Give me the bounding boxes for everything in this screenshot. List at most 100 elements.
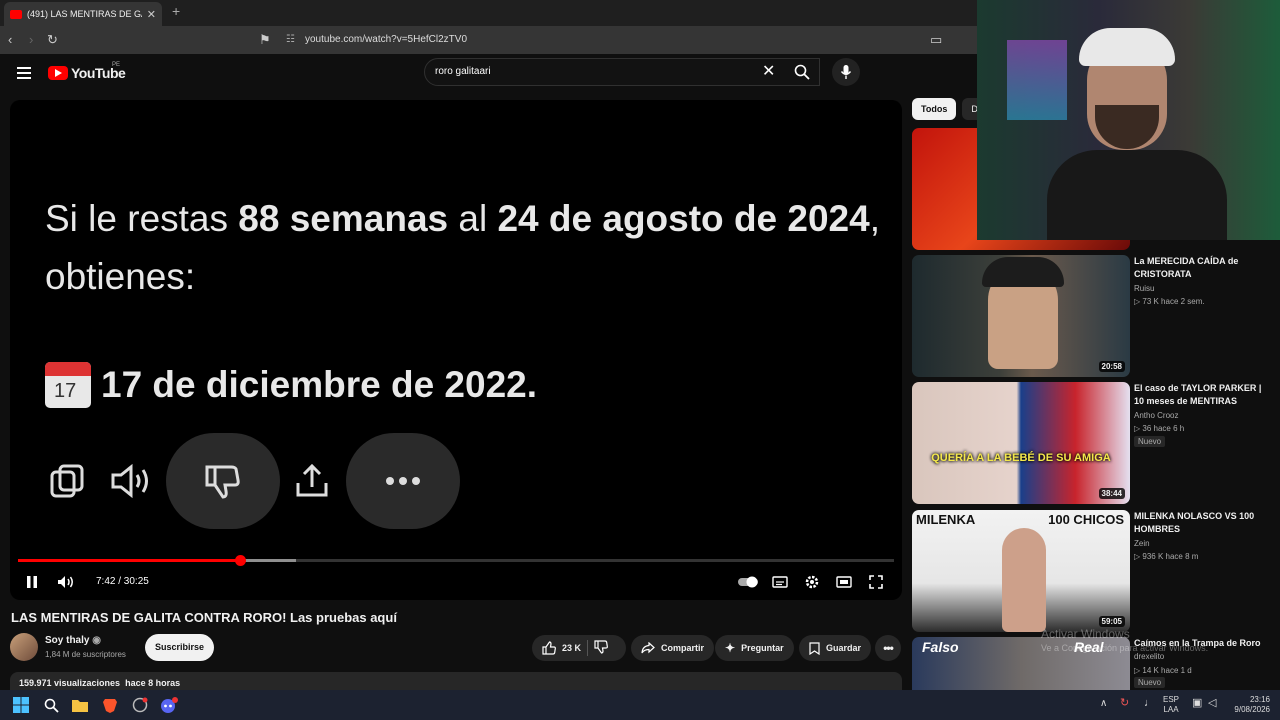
new-badge: Nuevo	[1134, 677, 1166, 688]
recommended-channel[interactable]: Antho Crooz	[1134, 409, 1178, 422]
clock[interactable]: 23:16 9/08/2026	[1226, 695, 1270, 715]
discord-icon[interactable]	[159, 695, 179, 715]
clear-search-icon[interactable]: ✕	[762, 61, 775, 81]
share-icon	[641, 642, 655, 654]
divider	[587, 640, 589, 656]
save-label: Guardar	[826, 643, 862, 653]
search-input[interactable]: roro galitaari	[424, 58, 820, 86]
thumbs-down-icon	[594, 640, 608, 654]
channel-name-text: Soy thaly	[45, 635, 90, 646]
url-field[interactable]: ☷ youtube.com/watch?v=5HefCl2zTV0	[280, 30, 960, 50]
frame-text-part: al	[448, 198, 498, 239]
hamburger-menu-icon[interactable]	[17, 67, 31, 79]
close-tab-icon[interactable]: ✕	[147, 8, 156, 21]
search-button[interactable]	[784, 58, 820, 86]
bookmark-icon[interactable]: ⚑	[259, 32, 271, 48]
webcam-person-cap	[1079, 28, 1175, 66]
like-dislike-group: 23 K	[532, 635, 626, 661]
recommended-title[interactable]: MILENKA NOLASCO VS 100 HOMBRES	[1134, 510, 1268, 536]
fullscreen-button[interactable]	[866, 572, 886, 592]
progress-scrubber[interactable]	[234, 555, 246, 566]
logo-region: PE	[112, 62, 121, 68]
subtitles-icon	[772, 576, 788, 588]
progress-bar[interactable]	[18, 555, 894, 566]
save-button[interactable]: Guardar	[799, 635, 872, 661]
tray-app-icon[interactable]: ↻	[1120, 698, 1129, 709]
settings-button[interactable]	[802, 572, 822, 592]
windows-start-icon[interactable]	[11, 695, 31, 715]
webcam-overlay	[977, 0, 1280, 240]
thumbnail-caption: MILENKA	[916, 512, 976, 527]
autoplay-toggle[interactable]	[736, 572, 760, 592]
recommended-thumbnail[interactable]: QUERÍA A LA BEBÉ DE SU AMIGA 38:44	[912, 382, 1130, 504]
recommended-channel[interactable]: Ruisu	[1134, 282, 1154, 295]
channel-name[interactable]: Soy thaly ◉	[45, 635, 101, 646]
theater-mode-button[interactable]	[834, 572, 854, 592]
subscribe-button[interactable]: Suscribirse	[145, 634, 214, 661]
thumbnail-caption: Falso	[922, 639, 959, 655]
fullscreen-icon	[869, 575, 883, 589]
recommended-meta: ▷ 936 K hace 8 m	[1134, 552, 1199, 561]
language-code: ESP	[1163, 695, 1180, 704]
file-explorer-icon[interactable]	[70, 695, 90, 715]
new-tab-button[interactable]: +	[172, 3, 180, 19]
youtube-logo[interactable]: YouTube PE	[48, 62, 126, 81]
recommended-channel[interactable]: Zein	[1134, 537, 1150, 550]
channel-avatar[interactable]	[10, 633, 38, 661]
pause-icon	[27, 576, 37, 588]
webcam-background-light	[1007, 40, 1067, 120]
frame-text-part: Si le restas	[45, 198, 239, 239]
chip-all[interactable]: Todos	[912, 98, 957, 120]
frame-text-bold: 88 semanas	[238, 198, 449, 239]
video-player[interactable]: Si le restas 88 semanas al 24 de agosto …	[10, 100, 902, 600]
youtube-favicon-icon	[10, 9, 22, 19]
forward-icon[interactable]: ›	[29, 32, 33, 47]
volume-icon	[58, 576, 73, 588]
language-indicator[interactable]: ESP LAA	[1163, 695, 1179, 715]
recommended-thumbnail[interactable]: MILENKA 100 CHICOS 59:05	[912, 510, 1130, 632]
frame-more-icon	[346, 433, 460, 529]
browser-tab[interactable]: (491) LAS MENTIRAS DE GALI ✕	[4, 2, 162, 26]
clock-date: 9/08/2026	[1234, 705, 1270, 714]
tab-title: (491) LAS MENTIRAS DE GALI	[27, 9, 142, 19]
voice-search-button[interactable]	[832, 58, 860, 86]
brave-browser-icon[interactable]	[100, 695, 120, 715]
calendar-icon: 17	[45, 362, 91, 408]
activation-watermark-text: Ve a Configuración para activar Windows.	[1041, 643, 1209, 653]
share-button[interactable]: Compartir	[631, 635, 715, 661]
thumbnail-person	[1002, 528, 1046, 632]
windows-taskbar: ∧ ↻ ♩ ESP LAA ▣ ◁ 23:16 9/08/2026	[0, 690, 1280, 720]
ask-button[interactable]: ✦ Preguntar	[715, 635, 794, 661]
duration-badge: 38:44	[1098, 488, 1125, 499]
recommended-title[interactable]: La MERECIDA CAÍDA de CRISTORATA	[1134, 255, 1268, 281]
pause-button[interactable]	[22, 572, 42, 592]
video-title: LAS MENTIRAS DE GALITA CONTRA RORO! Las …	[11, 610, 397, 625]
thumbnail-caption: 100 CHICOS	[1048, 512, 1124, 527]
more-actions-button[interactable]: •••	[875, 635, 901, 661]
tray-overflow-icon[interactable]: ∧	[1100, 699, 1107, 709]
dislike-button[interactable]	[594, 640, 608, 656]
duration-badge: 20:58	[1098, 361, 1125, 372]
youtube-header: YouTube PE roro galitaari ✕	[0, 54, 980, 98]
subtitles-button[interactable]	[770, 572, 790, 592]
cast-icon[interactable]: ▭	[930, 32, 942, 48]
recommended-thumbnail[interactable]: 20:58	[912, 255, 1130, 377]
speaker-tray-icon[interactable]: ◁	[1208, 698, 1216, 709]
thumbnail-caption: QUERÍA A LA BEBÉ DE SU AMIGA	[931, 452, 1111, 464]
subscriber-count: 1,84 M de suscriptores	[45, 650, 126, 659]
frame-result-text: 17 de diciembre de 2022.	[101, 364, 538, 405]
network-icon[interactable]: ▣	[1192, 698, 1202, 709]
taskbar-search-icon[interactable]	[41, 695, 61, 715]
tray-mic-icon[interactable]: ♩	[1144, 698, 1155, 709]
site-info-icon[interactable]: ☷	[286, 30, 295, 50]
reload-icon[interactable]: ↻	[47, 32, 58, 48]
app-icon[interactable]	[130, 695, 150, 715]
volume-button[interactable]	[56, 572, 76, 592]
like-button[interactable]: 23 K	[542, 641, 581, 655]
back-icon[interactable]: ‹	[8, 32, 12, 47]
more-horizontal-icon: •••	[883, 641, 894, 655]
autoplay-toggle-icon	[738, 576, 758, 588]
bookmark-save-icon	[809, 641, 820, 655]
search-icon	[794, 64, 810, 80]
recommended-title[interactable]: El caso de TAYLOR PARKER | 10 meses de M…	[1134, 382, 1268, 408]
